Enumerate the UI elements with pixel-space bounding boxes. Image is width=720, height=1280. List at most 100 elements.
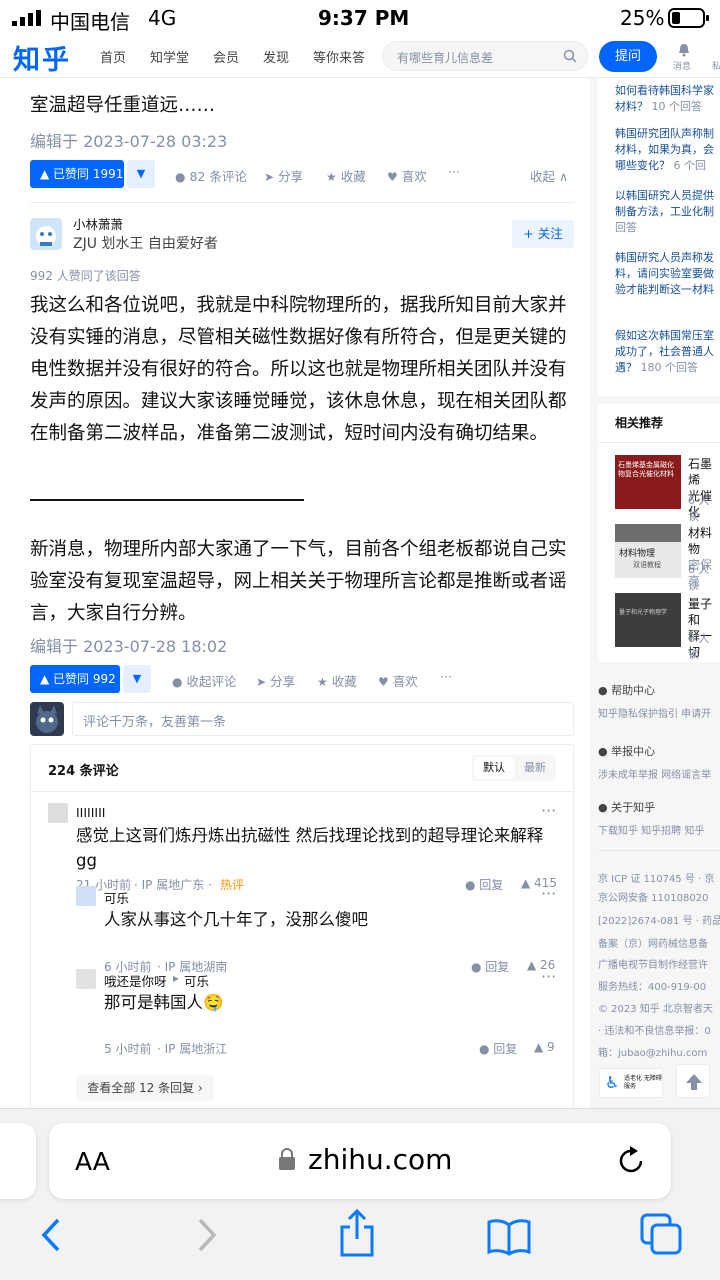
reply-button[interactable]: ● 回复 — [465, 876, 503, 893]
nav-home[interactable]: 首页 — [100, 47, 126, 66]
footer-line: 京公网安备 110108020 — [598, 893, 709, 904]
commenter-name[interactable]: 可乐 — [104, 888, 129, 907]
lock-icon — [279, 1148, 295, 1170]
reply-to-name[interactable]: 可乐 — [184, 971, 209, 990]
search-input[interactable]: 有哪些育儿信息差 — [382, 41, 588, 71]
recommend-divider — [598, 442, 720, 443]
address-bar[interactable]: AA zhihu.com — [49, 1123, 671, 1199]
commenter-avatar[interactable] — [76, 886, 96, 906]
commenter-avatar[interactable] — [48, 803, 68, 823]
star-icon: ★ — [317, 675, 328, 689]
clock: 9:37 PM — [318, 6, 410, 30]
related-questions-card: 如何看待韩国科学家 材料？ 10 个回答 韩国研究团队声称制 材料，如果为真，会 哪些… — [598, 78, 720, 396]
related-question-1[interactable]: 如何看待韩国科学家 材料？ 10 个回答 — [615, 83, 714, 115]
my-avatar[interactable] — [30, 702, 64, 736]
elder-mode-button[interactable]: ♿ 适老化 无障碍服务 — [599, 1068, 663, 1098]
carrier: 中国电信 — [50, 10, 130, 34]
answer1-collect-button[interactable]: ★ 收藏 — [326, 166, 366, 185]
related-question-3[interactable]: 以韩国研究人员提供 制备方法，工业化制 回答 — [615, 188, 714, 236]
zhihu-logo[interactable]: 知乎 — [13, 38, 71, 77]
cover-subtitle: 双语教程 — [633, 561, 661, 569]
fold-comments-button[interactable]: ● 收起评论 — [172, 671, 237, 690]
report-center-heading[interactable]: ● 举报中心 — [598, 743, 655, 759]
answer1-downvote-button[interactable]: ▼ — [127, 160, 155, 188]
messages-label[interactable]: 消息 — [673, 59, 691, 72]
view-all-replies-button[interactable]: 查看全部 12 条回复 › — [76, 1075, 214, 1101]
status-bar: 中国电信 4G 9:37 PM 25% — [0, 0, 720, 36]
share-icon[interactable] — [338, 1209, 376, 1257]
comment-more-button[interactable]: ··· — [541, 801, 556, 820]
previous-tab-bar[interactable] — [0, 1123, 36, 1199]
answer-divider — [30, 202, 574, 203]
comment-icon: ● — [175, 170, 186, 184]
bell-icon[interactable] — [677, 43, 691, 57]
answer1-upvote-button[interactable]: ▲ 已赞同 1991 — [30, 160, 124, 188]
book-cover-3[interactable]: 量子和光子物理学 — [615, 593, 681, 647]
author-name[interactable]: 小林萧萧 — [73, 214, 123, 233]
comment-icon: ● — [172, 675, 183, 689]
nav-waiting-answers[interactable]: 等你来答 — [313, 47, 365, 66]
thumb-up-icon: ▲ — [521, 876, 535, 890]
sort-switch: 默认 最新 — [472, 755, 556, 781]
sort-latest-tab[interactable]: 最新 — [516, 757, 554, 779]
sort-default-tab[interactable]: 默认 — [474, 757, 514, 779]
about-links[interactable]: 下载知乎 知乎招聘 知乎 — [598, 822, 704, 837]
comment-more-button[interactable]: ··· — [541, 884, 556, 903]
comment-input[interactable]: 评论千万条，友善第一条 — [72, 702, 574, 736]
follow-button[interactable]: + 关注 — [512, 220, 574, 248]
author-avatar[interactable] — [30, 218, 62, 250]
comment-like-button[interactable]: ▲ 9 — [534, 1040, 555, 1054]
answer2-downvote-button[interactable]: ▼ — [123, 665, 151, 693]
elder-mode-label: 适老化 无障碍服务 — [624, 1075, 662, 1090]
answer2-share-button[interactable]: ➤ 分享 — [256, 671, 295, 690]
answer2-more-button[interactable]: ··· — [440, 669, 452, 684]
about-heading[interactable]: ● 关于知乎 — [598, 799, 655, 815]
related-question-5[interactable]: 假如这次韩国常压室 成功了，社会普通人 遇？ 180 个回答 — [615, 328, 714, 376]
nav-vip[interactable]: 会员 — [213, 47, 239, 66]
footer-line: 备案（京）网药械信息备 — [598, 939, 708, 950]
comments-panel: 224 条评论 默认 最新 IIIIIIII ··· 感觉上这哥们炼丹炼出抗磁性… — [30, 744, 574, 1114]
footer-line: [2022]2674-081 号 · 药品 — [598, 916, 720, 927]
answer1-like-button[interactable]: ♥ 喜欢 — [387, 166, 427, 185]
comment-more-button[interactable]: ··· — [541, 967, 556, 986]
book-cover-1[interactable]: 石墨烯基金属磁化物复合光催化材料 — [615, 455, 681, 509]
answer2-collect-button[interactable]: ★ 收藏 — [317, 671, 357, 690]
help-center-heading[interactable]: ● 帮助中心 — [598, 682, 655, 698]
reply-button[interactable]: ● 回复 — [471, 958, 509, 975]
report-links[interactable]: 涉未成年举报 网络谣言举 — [598, 766, 711, 781]
answer1-comments-button[interactable]: ● 82 条评论 — [175, 166, 247, 185]
back-to-top-button[interactable] — [676, 1064, 710, 1098]
recommend-card: 相关推荐 石墨烯基金属磁化物复合光催化材料 石墨烯 光催化 6 人读 材料物理 双… — [598, 404, 720, 662]
search-placeholder: 有哪些育儿信息差 — [397, 51, 494, 65]
footer-line: 服务热线：400-919-00 — [598, 982, 707, 993]
comments-divider — [31, 791, 573, 792]
answer1-more-button[interactable]: ··· — [448, 164, 460, 179]
reader-aa-button[interactable]: AA — [75, 1147, 110, 1176]
ask-question-button[interactable]: 提问 — [599, 41, 657, 72]
related-question-4[interactable]: 韩国研究人员声称发 料，请问实验室要做 验才能判断这一材料 — [615, 250, 714, 298]
book-cover-2[interactable]: 材料物理 双语教程 — [615, 524, 681, 578]
arrow-up-icon — [686, 1074, 702, 1090]
answer2-upvote-button[interactable]: ▲ 已赞同 992 — [30, 665, 120, 693]
reply-button[interactable]: ● 回复 — [479, 1040, 517, 1057]
search-icon[interactable] — [563, 49, 577, 63]
nav-zhixuetang[interactable]: 知学堂 — [150, 47, 189, 66]
commenter-name[interactable]: 哦还是你呀 — [104, 971, 167, 990]
url-text[interactable]: zhihu.com — [308, 1143, 452, 1176]
reload-icon[interactable] — [617, 1145, 647, 1177]
private-message-label[interactable]: 私 — [712, 59, 720, 72]
commenter-name[interactable]: IIIIIIII — [76, 805, 106, 820]
tabs-icon[interactable] — [640, 1213, 682, 1255]
footer-divider — [598, 850, 720, 851]
answer2-like-button[interactable]: ♥ 喜欢 — [378, 671, 418, 690]
help-links[interactable]: 知乎隐私保护指引 申请开 — [598, 705, 711, 720]
book-readers-2: 6 人读 — [688, 563, 710, 592]
related-question-2[interactable]: 韩国研究团队声称制 材料，如果为真，会 哪些变化？ 6 个回 — [615, 126, 714, 174]
answer1-collapse-button[interactable]: 收起 ∧ — [530, 166, 568, 185]
nav-discover[interactable]: 发现 — [263, 47, 289, 66]
back-icon[interactable] — [38, 1217, 64, 1253]
bookmarks-icon[interactable] — [486, 1217, 532, 1257]
forward-icon[interactable] — [194, 1217, 220, 1253]
commenter-avatar[interactable] — [76, 969, 96, 989]
answer1-share-button[interactable]: ➤ 分享 — [264, 166, 303, 185]
